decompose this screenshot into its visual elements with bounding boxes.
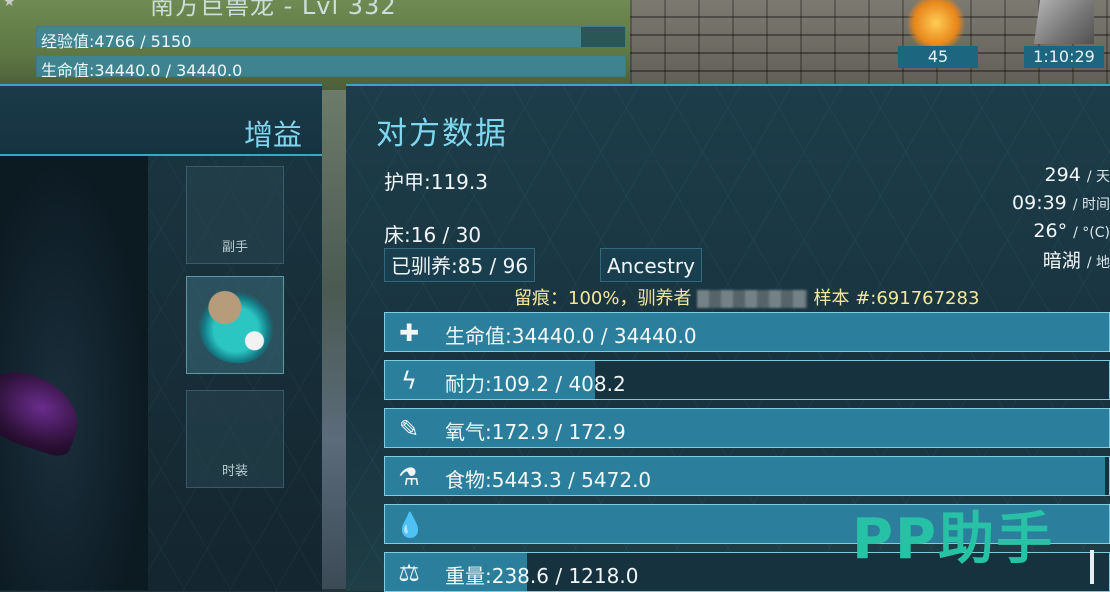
health-top-bar: 生命值:34440.0 / 34440.0	[36, 55, 626, 80]
stamina-icon: ϟ	[401, 367, 417, 395]
offhand-slot-label: 副手	[221, 240, 248, 255]
beds-value: 床:16 / 30	[384, 223, 482, 247]
temperature-info: 26° / °(C)	[1033, 220, 1110, 242]
temperature-value: 26°	[1033, 220, 1068, 242]
supply-crate-icon	[1034, 0, 1094, 44]
stat-bar-stamina[interactable]: ϟ 耐力:109.2 / 408.2	[384, 360, 1110, 400]
saddle-slot[interactable]	[186, 276, 284, 374]
day-info: 294 / 天	[1045, 164, 1110, 186]
buff-panel-header: 增益	[0, 86, 322, 156]
time-info: 09:39 / 时间	[1012, 192, 1110, 214]
experience-label: 经验值:4766 / 5150	[41, 32, 192, 51]
stone-wall-background	[630, 0, 1110, 90]
experience-bar: 经验值:4766 / 5150	[36, 26, 626, 51]
armor-value: 护甲:119.3	[384, 170, 488, 194]
stat-label: 食物:5443.3 / 5472.0	[445, 468, 652, 492]
buff-panel-title: 增益	[243, 118, 302, 152]
costume-slot-label: 时装	[221, 464, 248, 479]
time-value: 09:39	[1012, 192, 1067, 214]
stat-bar-oxygen[interactable]: ✎ 氧气:172.9 / 172.9	[384, 408, 1110, 448]
food-icon: ⚗	[398, 463, 420, 491]
day-unit: / 天	[1086, 169, 1110, 185]
stat-label: 重量:238.6 / 1218.0	[445, 564, 639, 588]
day-value: 294	[1044, 164, 1081, 186]
weight-icon: ⚖	[398, 559, 420, 587]
creature-title: 南方巨兽龙 - Lvl 332	[150, 0, 397, 20]
offhand-slot[interactable]: 副手	[186, 166, 284, 264]
costume-slot[interactable]: 时装	[186, 390, 284, 488]
world-background-strip	[322, 90, 346, 589]
tamer-name-redacted	[697, 290, 808, 308]
star-icon: ★	[3, 0, 16, 10]
stat-label: 耐力:109.2 / 408.2	[445, 372, 626, 396]
location-info: 暗湖 / 地	[1043, 246, 1110, 273]
buff-panel: 增益 副手 时装	[0, 84, 322, 591]
time-unit: / 时间	[1072, 197, 1110, 213]
stat-label: 生命值:34440.0 / 34440.0	[445, 324, 697, 348]
crystal-count: 45	[898, 46, 978, 68]
location-value: 暗湖	[1042, 250, 1081, 272]
temperature-unit: / °(C)	[1073, 225, 1110, 241]
imprint-line: 留痕：100%，驯养者 样本 #:691767283	[514, 284, 979, 310]
watermark-logo: PP助手	[852, 507, 1055, 572]
health-top-label: 生命值:34440.0 / 34440.0	[41, 61, 243, 80]
crystal-icon	[904, 0, 968, 46]
saddle-icon	[199, 289, 273, 363]
stats-panel-title: 对方数据	[376, 116, 508, 152]
scrollbar-handle[interactable]	[1090, 550, 1094, 584]
location-unit: / 地	[1086, 255, 1110, 271]
ancestry-button[interactable]: Ancestry	[600, 248, 702, 282]
stat-bar-health[interactable]: ✚ 生命值:34440.0 / 34440.0	[384, 312, 1110, 352]
stat-bar-food[interactable]: ⚗ 食物:5443.3 / 5472.0	[384, 456, 1110, 496]
tamed-badge: 已驯养:85 / 96	[384, 248, 536, 282]
oxygen-icon: ✎	[398, 415, 420, 443]
specimen-id: 样本 #:691767283	[813, 288, 980, 309]
timer-display: 1:10:29	[1024, 46, 1104, 68]
water-icon: 💧	[395, 511, 425, 539]
health-icon: ✚	[398, 319, 420, 347]
imprint-text: 留痕：100%，驯养者	[514, 288, 692, 309]
stat-label: 氧气:172.9 / 172.9	[445, 420, 626, 444]
